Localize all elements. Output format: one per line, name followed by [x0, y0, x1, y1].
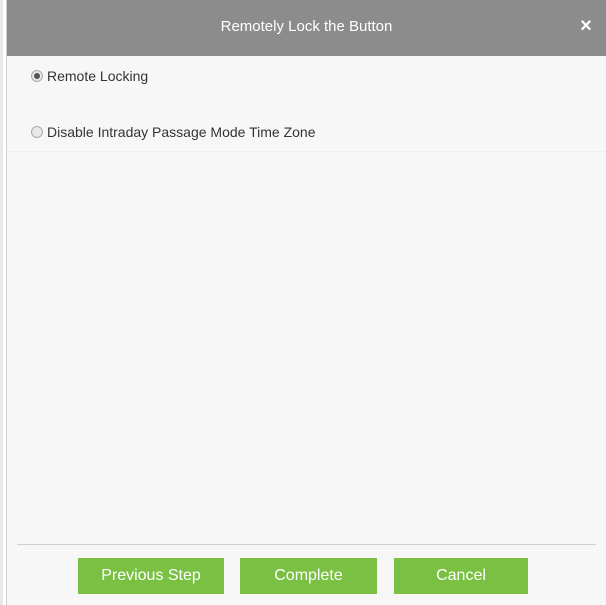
complete-button[interactable]: Complete	[240, 558, 377, 594]
remote-lock-dialog: Remotely Lock the Button × Remote Lockin…	[6, 0, 606, 605]
option-disable-passage-mode[interactable]: Disable Intraday Passage Mode Time Zone	[7, 112, 606, 152]
previous-step-button[interactable]: Previous Step	[78, 558, 224, 594]
option-remote-locking-label[interactable]: Remote Locking	[47, 68, 148, 84]
footer-divider	[17, 544, 596, 545]
dialog-footer: Previous Step Complete Cancel	[7, 544, 606, 605]
dialog-title: Remotely Lock the Button	[220, 18, 393, 35]
window-edge	[0, 0, 3, 605]
dialog-titlebar: Remotely Lock the Button ×	[7, 0, 606, 56]
option-disable-passage-mode-label[interactable]: Disable Intraday Passage Mode Time Zone	[47, 124, 315, 140]
dialog-content: Remote Locking Disable Intraday Passage …	[7, 56, 606, 544]
cancel-button[interactable]: Cancel	[394, 558, 528, 594]
radio-disable-passage-mode[interactable]	[31, 126, 43, 138]
close-icon[interactable]: ×	[574, 14, 598, 38]
radio-remote-locking[interactable]	[31, 70, 43, 82]
option-remote-locking[interactable]: Remote Locking	[7, 56, 606, 96]
